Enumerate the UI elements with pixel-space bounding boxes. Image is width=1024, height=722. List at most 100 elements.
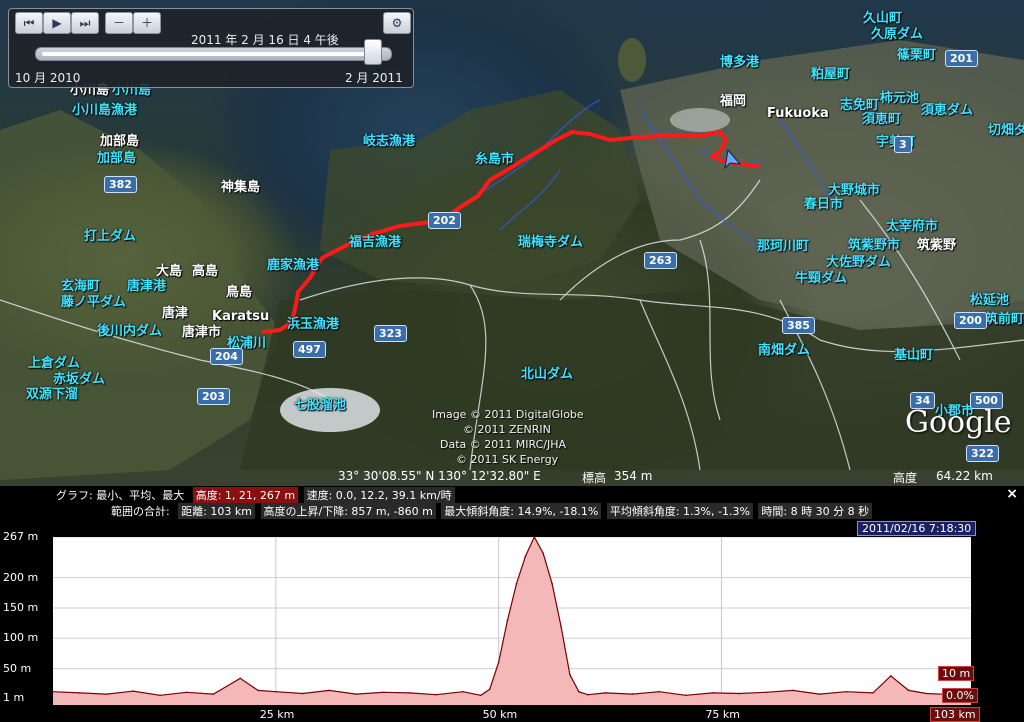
- label-oshima: 大島: [156, 264, 183, 279]
- label-hamatama-port: 浜玉漁港: [287, 317, 340, 332]
- elevation-point: [925, 692, 928, 695]
- elevation-point: [78, 692, 81, 694]
- elevation-point: [631, 693, 634, 695]
- label-ushirokawachi-dam: 後川内ダム: [97, 324, 163, 339]
- elevation-point: [515, 582, 518, 585]
- cloud-patch-2: [670, 108, 730, 132]
- cursor-distance-badge: 103 km: [930, 707, 980, 722]
- x-tick-label: 25 km: [259, 708, 295, 721]
- elevation-area: [53, 537, 971, 705]
- time-slider-track[interactable]: [35, 47, 392, 61]
- label-matsunobe-pond: 松延池: [970, 293, 1010, 308]
- elevation-point: [462, 690, 464, 693]
- elevation-point: [132, 690, 134, 692]
- label-chikushino-city: 筑紫野市: [848, 238, 901, 253]
- label-nanamata-pond: 七股溜池: [294, 398, 347, 413]
- zenrin-credit: © 2011 ZENRIN: [463, 423, 551, 436]
- island-nokonoshima: [618, 38, 646, 82]
- x-tick-label: 75 km: [705, 708, 741, 721]
- graph-options-row: グラフ: 最小、平均、最大 高度: 1, 21, 267 m 速度: 0.0, …: [53, 487, 457, 503]
- elevation-profile-panel: グラフ: 最小、平均、最大 高度: 1, 21, 267 m 速度: 0.0, …: [0, 486, 1024, 722]
- play-button[interactable]: ▶: [43, 12, 71, 34]
- label-shikaka-port: 鹿家漁港: [267, 258, 320, 273]
- label-uekura-dam: 上倉ダム: [28, 356, 81, 371]
- elevation-point: [604, 692, 607, 694]
- time-slider-knob[interactable]: [363, 39, 382, 65]
- eye-altitude-value: 64.22 km: [936, 469, 993, 483]
- step-forward-button[interactable]: ⏭: [71, 12, 99, 34]
- label-sue-town: 須恵町: [862, 112, 902, 127]
- zoom-out-icon: －: [112, 16, 125, 30]
- label-hakata-port: 博多港: [720, 55, 760, 70]
- wrench-icon: ⚙: [391, 16, 403, 30]
- label-uchiage-dam: 打上ダム: [84, 229, 137, 244]
- elevation-point: [560, 625, 562, 627]
- elevation-point: [435, 693, 438, 696]
- label-kirihata-dam: 切畑ダ: [988, 123, 1024, 138]
- step-back-button[interactable]: ⏮: [15, 12, 43, 34]
- elevation-chart[interactable]: [52, 535, 972, 705]
- elevation-point: [845, 690, 847, 693]
- elevation-point: [105, 693, 108, 695]
- label-akasaka-dam: 赤坂ダム: [53, 372, 106, 387]
- elevation-point: [328, 689, 331, 692]
- elevation-point: [685, 694, 687, 697]
- label-karatsu-en: Karatsu: [212, 309, 270, 324]
- label-torishima: 鳥島: [226, 285, 253, 300]
- label-keshi-port: 岐志漁港: [363, 134, 416, 149]
- coordinates-readout: 33° 30'08.55" N 130° 12'32.80" E: [338, 469, 541, 483]
- label-karatsu-jp: 唐津: [162, 306, 189, 321]
- elevation-point: [382, 691, 384, 694]
- elevation-point: [257, 689, 259, 692]
- zoom-out-button[interactable]: －: [105, 12, 133, 34]
- settings-button[interactable]: ⚙: [383, 12, 411, 34]
- label-kabeshima: 加部島: [97, 151, 137, 166]
- elevation-point: [524, 555, 527, 558]
- elevation-point: [506, 619, 509, 621]
- zoom-in-button[interactable]: ＋: [133, 12, 161, 34]
- altitude-graph-toggle[interactable]: 高度: 1, 21, 267 m: [192, 487, 299, 503]
- y-tick-label: 50 m: [3, 661, 32, 675]
- elevation-point: [765, 691, 767, 694]
- speed-graph-toggle[interactable]: 速度: 0.0, 12.2, 39.1 km/時: [303, 487, 455, 503]
- range-totals-row: 範囲の合計: 距離: 103 km 高度の上昇/下降: 857 m, -860 …: [108, 503, 874, 519]
- label-shime: 志免町: [840, 98, 880, 113]
- elevation-chart-svg[interactable]: [52, 535, 972, 705]
- current-date-label: 2011 年 2 月 16 日 4 午後: [191, 33, 339, 47]
- elevation-point: [907, 689, 910, 692]
- y-tick-label: 150 m: [3, 600, 39, 614]
- elevation-point: [480, 694, 482, 697]
- cursor-date-marker: 2011/02/16 7:18:30: [857, 521, 977, 536]
- elevation-point: [301, 692, 304, 695]
- close-profile-button[interactable]: ×: [1006, 486, 1018, 502]
- route-204-shield: 204: [210, 348, 243, 365]
- route-323-shield: 323: [374, 325, 407, 342]
- avg-slope-stat: 平均傾斜角度: 1.3%, -1.3%: [606, 503, 753, 519]
- graph-label: グラフ: 最小、平均、最大: [56, 489, 185, 502]
- label-genkai-town: 玄海町: [61, 279, 101, 294]
- y-tick-label: 1 m: [3, 691, 25, 705]
- data-credit: Data © 2011 MIRC/JHA: [440, 438, 567, 451]
- label-fujinohira-dam: 藤ノ平ダム: [61, 295, 127, 310]
- label-kubara-dam: 久原ダム: [871, 27, 924, 42]
- label-kasuga: 春日市: [804, 197, 844, 212]
- y-tick-label: 100 m: [3, 631, 39, 645]
- range-label: 範囲の合計:: [111, 505, 170, 518]
- elevation-point: [738, 692, 741, 695]
- elevation-point: [569, 673, 571, 676]
- elevation-point: [408, 692, 411, 694]
- route-385-shield: 385: [782, 317, 815, 334]
- y-tick-label: 200 m: [3, 570, 39, 584]
- label-sasaguri: 篠栗町: [897, 48, 937, 63]
- imagery-credit: Image © 2011 DigitalGlobe: [432, 408, 584, 421]
- google-logo: Google: [905, 405, 1012, 440]
- route-203-shield: 203: [197, 388, 230, 405]
- cursor-elevation-badge: 10 m: [938, 666, 975, 681]
- elevation-point: [791, 689, 794, 692]
- label-zuibaiji-dam: 瑞梅寺ダム: [518, 235, 584, 250]
- elevation-point: [212, 693, 215, 695]
- elevation-point: [497, 661, 500, 664]
- label-karatsu-city: 唐津市: [182, 325, 222, 340]
- duration-stat: 時間: 8 時 30 分 8 秒: [758, 503, 873, 519]
- route-3-shield: 3: [894, 136, 912, 153]
